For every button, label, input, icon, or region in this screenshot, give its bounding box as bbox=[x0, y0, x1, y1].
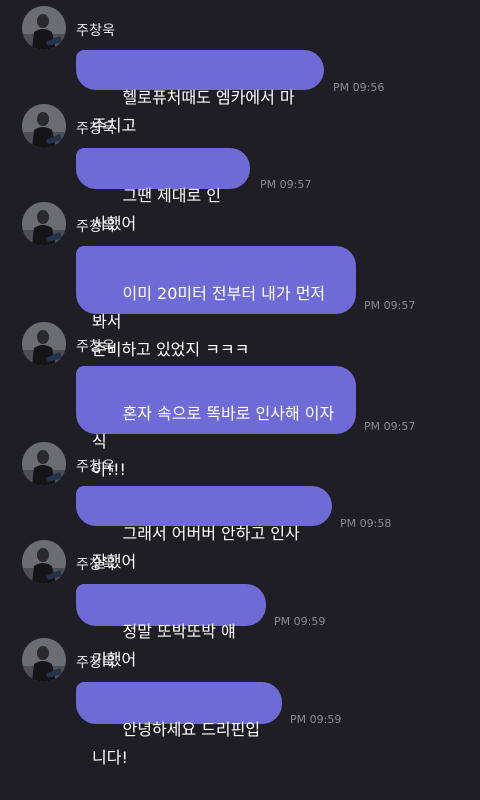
profile-photo-icon bbox=[22, 104, 66, 148]
sender-name: 주창욱 bbox=[76, 655, 116, 671]
sender-name: 주창욱 bbox=[76, 23, 116, 39]
profile-photo-icon bbox=[22, 540, 66, 584]
message-bubble[interactable]: 정말 또박또박 얘기했어 bbox=[76, 584, 266, 669]
avatar[interactable] bbox=[22, 104, 66, 148]
chat-message: 주창욱 안녕하세요 드리핀입니다! PM 09:59 bbox=[0, 638, 480, 767]
message-timestamp: PM 09:59 bbox=[274, 615, 326, 628]
avatar[interactable] bbox=[22, 638, 66, 682]
avatar[interactable] bbox=[22, 6, 66, 50]
chat-log[interactable]: 주창욱 헬로퓨처때도 엠카에서 마주치고 PM 09:56 주창욱 그땐 제대로… bbox=[0, 0, 480, 767]
message-timestamp: PM 09:57 bbox=[364, 299, 416, 312]
message-bubble[interactable]: 이미 20미터 전부터 내가 먼저 봐서 준비하고 있었지 ㅋㅋㅋ bbox=[76, 246, 356, 359]
profile-photo-icon bbox=[22, 202, 66, 246]
profile-photo-icon bbox=[22, 442, 66, 486]
sender-name: 주창욱 bbox=[76, 339, 116, 355]
message-bubble[interactable]: 혼자 속으로 똑바로 인사해 이자식 아!!! bbox=[76, 366, 356, 479]
message-bubble[interactable]: 그땐 제대로 인사했어 bbox=[76, 148, 250, 233]
chat-message: 주창욱 그래서 어버버 안하고 인사 잘했어 PM 09:58 bbox=[0, 442, 480, 571]
chat-message: 주창욱 이미 20미터 전부터 내가 먼저 봐서 준비하고 있었지 ㅋㅋㅋ PM… bbox=[0, 202, 480, 359]
chat-message: 주창욱 정말 또박또박 얘기했어 PM 09:59 bbox=[0, 540, 480, 669]
sender-name: 주창욱 bbox=[76, 557, 116, 573]
avatar[interactable] bbox=[22, 322, 66, 366]
message-bubble[interactable]: 그래서 어버버 안하고 인사 잘했어 bbox=[76, 486, 332, 571]
avatar[interactable] bbox=[22, 202, 66, 246]
message-timestamp: PM 09:57 bbox=[364, 420, 416, 433]
message-timestamp: PM 09:57 bbox=[260, 178, 312, 191]
message-timestamp: PM 09:58 bbox=[340, 517, 392, 530]
sender-name: 주창욱 bbox=[76, 459, 116, 475]
chat-message: 주창욱 혼자 속으로 똑바로 인사해 이자식 아!!! PM 09:57 bbox=[0, 322, 480, 479]
message-bubble[interactable]: 안녕하세요 드리핀입니다! bbox=[76, 682, 282, 767]
message-timestamp: PM 09:59 bbox=[290, 713, 342, 726]
sender-name: 주창욱 bbox=[76, 219, 116, 235]
avatar[interactable] bbox=[22, 442, 66, 486]
profile-photo-icon bbox=[22, 322, 66, 366]
message-text: 안녕하세요 드리핀입니다! bbox=[92, 720, 261, 767]
message-bubble[interactable]: 헬로퓨처때도 엠카에서 마주치고 bbox=[76, 50, 324, 135]
profile-photo-icon bbox=[22, 638, 66, 682]
profile-photo-icon bbox=[22, 6, 66, 50]
chat-message: 주창욱 그땐 제대로 인사했어 PM 09:57 bbox=[0, 104, 480, 233]
sender-name: 주창욱 bbox=[76, 121, 116, 137]
avatar[interactable] bbox=[22, 540, 66, 584]
message-timestamp: PM 09:56 bbox=[333, 81, 385, 94]
chat-message: 주창욱 헬로퓨처때도 엠카에서 마주치고 PM 09:56 bbox=[0, 6, 480, 135]
